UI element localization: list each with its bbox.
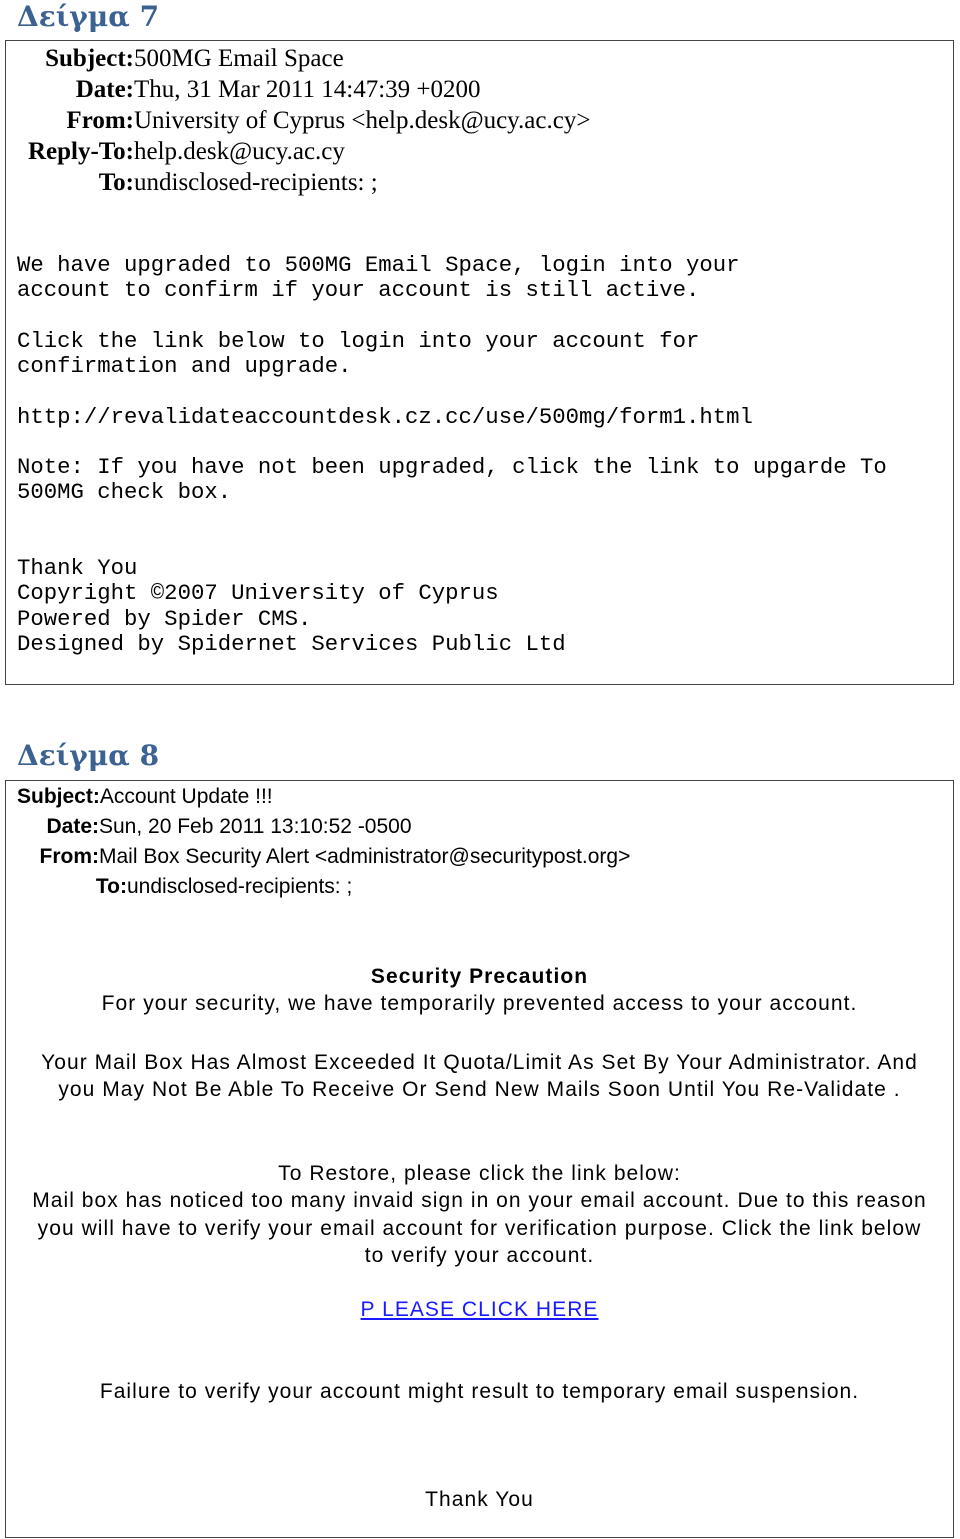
sample-7-email: Subject: 500MG Email Space Date: Thu, 31 M… <box>5 40 954 685</box>
header-label: Date: <box>46 815 99 838</box>
body-warning: Failure to verify your account might res… <box>99 1380 860 1403</box>
header-label: Subject: <box>45 45 134 72</box>
header-label: From: <box>39 845 100 868</box>
header-value: Sun, 20 Feb 2011 13:10:52 -0500 <box>99 815 412 838</box>
header-label: Subject: <box>17 785 100 808</box>
link-row: P LEASE CLICK HERE <box>6 1296 953 1323</box>
header-date: Date: Thu, 31 Mar 2011 14:47:39 +0200 <box>18 74 590 105</box>
please-click-here-link[interactable]: P LEASE CLICK HERE <box>361 1298 599 1321</box>
header-value: undisclosed-recipients: ; <box>134 169 378 196</box>
body-paragraph: Click the link below to login into your … <box>17 328 700 380</box>
header-date: Date: Sun, 20 Feb 2011 13:10:52 -0500 <box>17 812 630 842</box>
email-body-restore: To Restore, please click the link below:… <box>6 1160 953 1269</box>
body-note: Note: If you have not been upgraded, cli… <box>17 454 887 506</box>
header-to: To: undisclosed-recipients: ; <box>18 167 590 198</box>
phishing-url: http://revalidateaccountdesk.cz.cc/use/5… <box>17 404 753 430</box>
email-footer: Thank You Copyright ©2007 University of … <box>17 555 566 658</box>
header-value: 500MG Email Space <box>134 45 344 72</box>
sample-8-title: Δείγμα 8 <box>17 739 160 772</box>
header-from: From: University of Cyprus <help.desk@ucy… <box>18 105 590 136</box>
email-headers: Subject: 500MG Email Space Date: Thu, 31 M… <box>18 43 590 198</box>
header-value: University of Cyprus <help.desk@ucy.ac.c… <box>134 107 591 134</box>
body-paragraph: We have upgraded to 500MG Email Space, l… <box>17 252 740 304</box>
body-thanks: Thank You <box>425 1488 534 1511</box>
header-label: To: <box>98 169 134 196</box>
email-headers: Subject: Account Update !!! Date: Sun, 20 … <box>17 782 630 902</box>
header-value: Thu, 31 Mar 2011 14:47:39 +0200 <box>134 76 481 103</box>
body-heading: Security Precaution <box>370 965 589 988</box>
header-to: To: undisclosed-recipients: ; <box>17 872 630 902</box>
email-body-top: Security Precaution For your security, w… <box>6 963 953 1018</box>
header-label: From: <box>66 107 134 134</box>
header-value: help.desk@ucy.ac.cy <box>134 138 345 165</box>
header-subject: Subject: 500MG Email Space <box>18 43 590 74</box>
header-label: Date: <box>75 76 134 103</box>
header-from: From: Mail Box Security Alert <administra… <box>17 842 631 872</box>
body-intro: For your security, we have temporarily p… <box>101 992 858 1016</box>
body-quota: Your Mail Box Has Almost Exceeded It Quo… <box>41 1051 918 1102</box>
header-reply-to: Reply-To: help.desk@ucy.ac.cy <box>18 136 590 167</box>
header-value: Account Update !!! <box>99 785 273 808</box>
header-label: To: <box>95 875 127 898</box>
body-notice: Mail box has noticed too many invaid sig… <box>32 1189 927 1267</box>
body-restore: To Restore, please click the link below: <box>278 1162 681 1185</box>
header-subject: Subject: Account Update !!! <box>17 782 630 812</box>
sample-8-email: Subject: Account Update !!! Date: Sun, 20 … <box>5 780 954 1538</box>
header-value: Mail Box Security Alert <administrator@s… <box>99 845 631 868</box>
header-label: Reply-To: <box>27 138 134 165</box>
sample-7-title: Δείγμα 7 <box>17 0 160 33</box>
header-value: undisclosed-recipients: ; <box>127 875 353 898</box>
